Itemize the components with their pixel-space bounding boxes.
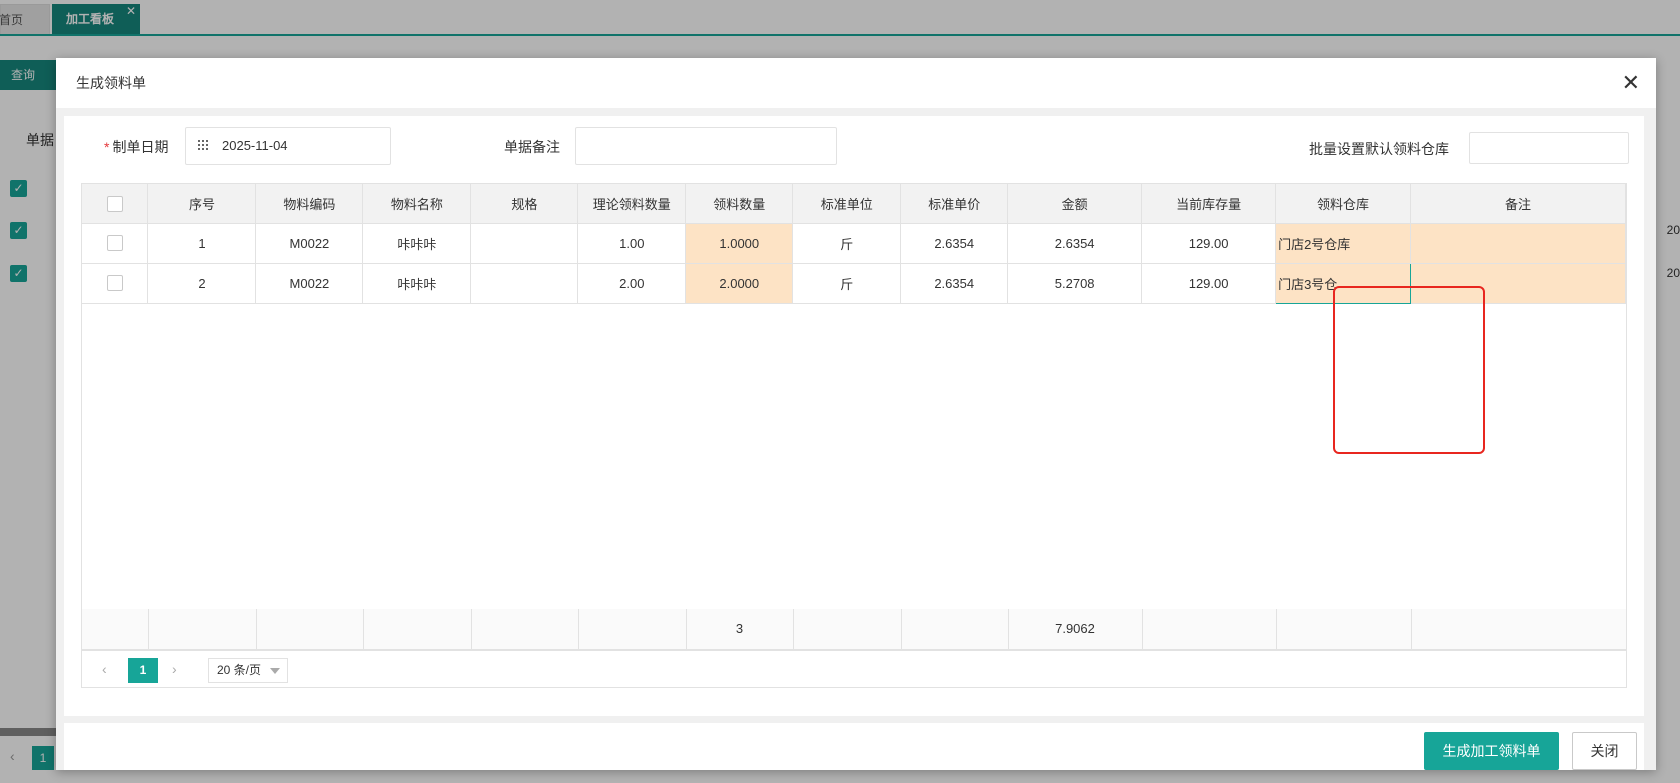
required-mark: * <box>104 139 110 155</box>
amount-total: 7.9062 <box>1008 609 1143 650</box>
page-size-label: 20 条/页 <box>217 663 262 677</box>
qty-cell[interactable]: 1.0000 <box>685 223 794 264</box>
column-header[interactable]: 金额 <box>1007 184 1143 224</box>
code-cell: M0022 <box>255 263 364 304</box>
summary-cell <box>578 609 687 650</box>
pagination: ‹ 1 › 20 条/页 <box>82 650 1626 688</box>
unit-cell: 斤 <box>792 223 902 264</box>
summary-row: 3 7.9062 <box>82 609 1626 650</box>
row-checkbox[interactable] <box>106 235 123 252</box>
date-input[interactable]: 2025-11-04 <box>185 127 391 165</box>
theory-qty-cell: 1.00 <box>577 223 687 264</box>
summary-cell <box>363 609 472 650</box>
spec-cell <box>470 223 579 264</box>
remark-cell[interactable] <box>1410 223 1626 264</box>
caret-down-icon <box>270 668 280 674</box>
price-cell: 2.6354 <box>900 263 1009 304</box>
generate-requisition-button[interactable]: 生成加工领料单 <box>1424 732 1559 770</box>
warehouse-cell-editing[interactable]: 门店3号仓 <box>1275 262 1412 304</box>
date-value: 2025-11-04 <box>222 138 288 153</box>
summary-cell <box>1411 609 1626 650</box>
column-header[interactable]: 物料名称 <box>362 184 472 224</box>
amount-cell: 5.2708 <box>1007 263 1143 304</box>
spec-cell <box>470 263 579 304</box>
seq-cell: 2 <box>147 263 257 304</box>
date-label-text: 制单日期 <box>112 139 169 155</box>
stock-cell: 129.00 <box>1141 223 1277 264</box>
warehouse-cell[interactable]: 门店2号仓库 <box>1275 223 1412 264</box>
summary-table: 3 7.9062 <box>82 609 1626 650</box>
name-cell: 咔咔咔 <box>362 223 472 264</box>
next-page-icon[interactable]: › <box>172 661 177 677</box>
qty-total: 3 <box>686 609 794 650</box>
prev-page-icon[interactable]: ‹ <box>102 661 107 677</box>
summary-cell <box>1276 609 1412 650</box>
column-header[interactable]: 规格 <box>470 184 579 224</box>
form-panel: * 制单日期 2025-11-04 单据备注 批量设置默认领料仓库 序号 物料编… <box>64 116 1644 716</box>
column-header[interactable]: 领料数量 <box>685 184 794 224</box>
seq-cell: 1 <box>147 223 257 264</box>
column-header[interactable]: 标准单位 <box>792 184 902 224</box>
batch-warehouse-input[interactable] <box>1469 132 1629 164</box>
summary-cell <box>1142 609 1277 650</box>
page-size-select[interactable]: 20 条/页 <box>208 658 288 683</box>
code-cell: M0022 <box>255 223 364 264</box>
modal-title: 生成领料单 <box>76 75 146 91</box>
remark-input[interactable] <box>575 127 837 165</box>
select-all-checkbox[interactable] <box>106 195 123 212</box>
date-label: * 制单日期 <box>104 137 168 157</box>
modal-body: * 制单日期 2025-11-04 单据备注 批量设置默认领料仓库 序号 物料编… <box>56 108 1656 770</box>
name-cell: 咔咔咔 <box>362 263 472 304</box>
batch-warehouse-label: 批量设置默认领料仓库 <box>1309 141 1449 157</box>
row-select-cell[interactable] <box>82 223 149 264</box>
remark-label: 单据备注 <box>504 139 560 155</box>
modal-header: 生成领料单 ✕ <box>56 58 1656 108</box>
summary-cell <box>901 609 1009 650</box>
column-header[interactable]: 理论领料数量 <box>577 184 687 224</box>
modal-footer: 生成加工领料单 关闭 <box>64 723 1644 770</box>
row-select-cell[interactable] <box>82 263 149 304</box>
summary-row-wrap: 3 7.9062 <box>82 609 1626 650</box>
close-button[interactable]: 关闭 <box>1572 732 1637 770</box>
material-table: 序号 物料编码 物料名称 规格 理论领料数量 领料数量 标准单位 标准单价 金额… <box>82 184 1626 304</box>
stock-cell: 129.00 <box>1141 263 1277 304</box>
summary-cell <box>793 609 902 650</box>
price-cell: 2.6354 <box>900 223 1009 264</box>
row-checkbox[interactable] <box>106 275 123 292</box>
table-row[interactable]: 1 M0022 咔咔咔 1.00 1.0000 斤 2.6354 2.6354 … <box>82 223 1626 264</box>
page-number[interactable]: 1 <box>128 658 158 683</box>
calendar-icon <box>198 140 208 150</box>
select-all-cell[interactable] <box>82 184 149 224</box>
theory-qty-cell: 2.00 <box>577 263 687 304</box>
qty-cell[interactable]: 2.0000 <box>685 263 794 304</box>
summary-cell <box>471 609 579 650</box>
column-header[interactable]: 领料仓库 <box>1275 184 1412 224</box>
column-header[interactable]: 物料编码 <box>255 184 364 224</box>
summary-cell <box>148 609 257 650</box>
generate-requisition-modal: 生成领料单 ✕ *制单日期 2025-11-04 单据备注 批量设置默认领料仓 <box>56 58 1656 770</box>
summary-cell <box>256 609 364 650</box>
remark-cell[interactable] <box>1410 263 1626 304</box>
amount-cell: 2.6354 <box>1007 223 1143 264</box>
unit-cell: 斤 <box>792 263 902 304</box>
column-header[interactable]: 备注 <box>1410 184 1626 224</box>
material-grid: 序号 物料编码 物料名称 规格 理论领料数量 领料数量 标准单位 标准单价 金额… <box>81 183 1627 688</box>
table-row[interactable]: 2 M0022 咔咔咔 2.00 2.0000 斤 2.6354 5.2708 … <box>82 262 1626 304</box>
column-header[interactable]: 序号 <box>147 184 257 224</box>
column-header[interactable]: 标准单价 <box>900 184 1009 224</box>
column-header[interactable]: 当前库存量 <box>1141 184 1277 224</box>
close-icon[interactable]: ✕ <box>1622 58 1640 108</box>
summary-cell <box>82 609 149 650</box>
table-header-row: 序号 物料编码 物料名称 规格 理论领料数量 领料数量 标准单位 标准单价 金额… <box>82 184 1626 224</box>
